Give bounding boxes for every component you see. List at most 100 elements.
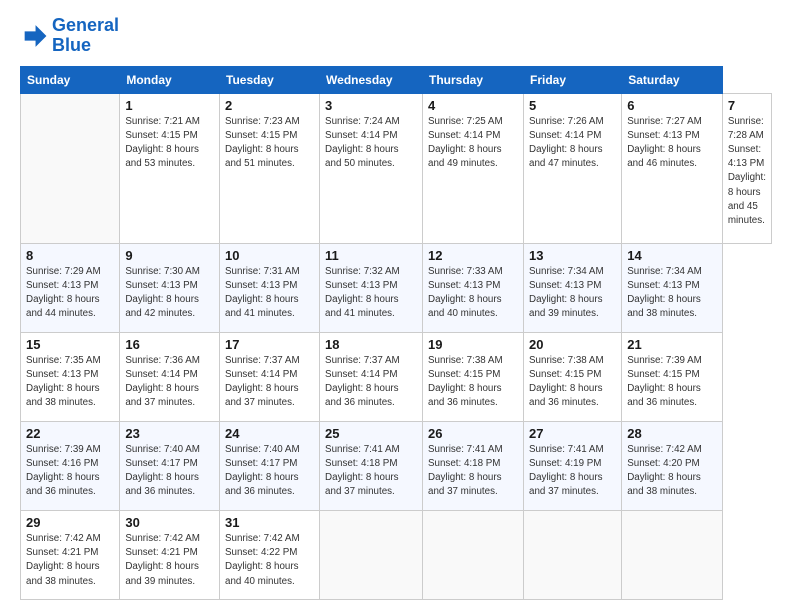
- day-info: Sunrise: 7:40 AMSunset: 4:17 PMDaylight:…: [225, 443, 314, 500]
- day-info: Sunrise: 7:26 AMSunset: 4:14 PMDaylight:…: [529, 115, 616, 172]
- calendar-cell: 12 Sunrise: 7:33 AMSunset: 4:13 PMDayligh…: [423, 243, 524, 332]
- calendar-cell: [524, 510, 622, 599]
- calendar-cell: 26 Sunrise: 7:41 AMSunset: 4:18 PMDayligh…: [423, 421, 524, 510]
- calendar-week-row: 8 Sunrise: 7:29 AMSunset: 4:13 PMDaylight…: [21, 243, 772, 332]
- day-info: Sunrise: 7:30 AMSunset: 4:13 PMDaylight:…: [125, 265, 214, 322]
- day-number: 19: [428, 337, 518, 352]
- day-number: 27: [529, 426, 616, 441]
- calendar-cell: 23Sunrise: 7:40 AMSunset: 4:17 PMDayligh…: [120, 421, 220, 510]
- day-info: Sunrise: 7:25 AMSunset: 4:14 PMDaylight:…: [428, 115, 518, 172]
- day-info: Sunrise: 7:41 AMSunset: 4:18 PMDaylight:…: [428, 443, 518, 500]
- calendar-week-row: 1 Sunrise: 7:21 AMSunset: 4:15 PMDaylight…: [21, 93, 772, 243]
- calendar-cell: 4 Sunrise: 7:25 AMSunset: 4:14 PMDaylight…: [423, 93, 524, 243]
- calendar-cell: 18 Sunrise: 7:37 AMSunset: 4:14 PMDayligh…: [320, 332, 423, 421]
- day-info: Sunrise: 7:42 AMSunset: 4:21 PMDaylight:…: [26, 532, 114, 589]
- calendar-cell: [622, 510, 723, 599]
- day-number: 30: [125, 515, 214, 530]
- day-info: Sunrise: 7:21 AMSunset: 4:15 PMDaylight:…: [125, 115, 214, 172]
- day-info: Sunrise: 7:28 AMSunset: 4:13 PMDaylight:…: [728, 115, 766, 229]
- day-number: 23: [125, 426, 214, 441]
- day-number: 29: [26, 515, 114, 530]
- day-number: 31: [225, 515, 314, 530]
- day-info: Sunrise: 7:35 AMSunset: 4:13 PMDaylight:…: [26, 354, 114, 411]
- calendar-cell: 6Sunrise: 7:27 AMSunset: 4:13 PMDaylight…: [622, 93, 723, 243]
- calendar-cell: 8 Sunrise: 7:29 AMSunset: 4:13 PMDaylight…: [21, 243, 120, 332]
- calendar-header-saturday: Saturday: [622, 66, 723, 93]
- day-number: 7: [728, 98, 766, 113]
- day-number: 8: [26, 248, 114, 263]
- day-info: Sunrise: 7:41 AMSunset: 4:18 PMDaylight:…: [325, 443, 417, 500]
- day-number: 28: [627, 426, 717, 441]
- calendar-cell: 29 Sunrise: 7:42 AMSunset: 4:21 PMDayligh…: [21, 510, 120, 599]
- calendar-cell: 3 Sunrise: 7:24 AMSunset: 4:14 PMDaylight…: [320, 93, 423, 243]
- day-number: 25: [325, 426, 417, 441]
- logo-text: General Blue: [52, 16, 119, 56]
- day-info: Sunrise: 7:42 AMSunset: 4:22 PMDaylight:…: [225, 532, 314, 589]
- calendar-cell: 15Sunrise: 7:35 AMSunset: 4:13 PMDayligh…: [21, 332, 120, 421]
- day-number: 2: [225, 98, 314, 113]
- day-info: Sunrise: 7:41 AMSunset: 4:19 PMDaylight:…: [529, 443, 616, 500]
- calendar-cell: 31 Sunrise: 7:42 AMSunset: 4:22 PMDayligh…: [220, 510, 320, 599]
- day-number: 14: [627, 248, 717, 263]
- calendar-cell: 22Sunrise: 7:39 AMSunset: 4:16 PMDayligh…: [21, 421, 120, 510]
- page: General Blue SundayMondayTuesdayWednesda…: [0, 0, 792, 612]
- calendar-cell: 19 Sunrise: 7:38 AMSunset: 4:15 PMDayligh…: [423, 332, 524, 421]
- calendar-cell: [423, 510, 524, 599]
- day-number: 3: [325, 98, 417, 113]
- day-info: Sunrise: 7:23 AMSunset: 4:15 PMDaylight:…: [225, 115, 314, 172]
- day-number: 9: [125, 248, 214, 263]
- day-info: Sunrise: 7:32 AMSunset: 4:13 PMDaylight:…: [325, 265, 417, 322]
- day-info: Sunrise: 7:31 AMSunset: 4:13 PMDaylight:…: [225, 265, 314, 322]
- day-info: Sunrise: 7:33 AMSunset: 4:13 PMDaylight:…: [428, 265, 518, 322]
- day-number: 22: [26, 426, 114, 441]
- day-info: Sunrise: 7:39 AMSunset: 4:15 PMDaylight:…: [627, 354, 717, 411]
- calendar-cell: 20Sunrise: 7:38 AMSunset: 4:15 PMDayligh…: [524, 332, 622, 421]
- day-info: Sunrise: 7:38 AMSunset: 4:15 PMDaylight:…: [428, 354, 518, 411]
- day-info: Sunrise: 7:42 AMSunset: 4:21 PMDaylight:…: [125, 532, 214, 589]
- calendar-week-row: 22Sunrise: 7:39 AMSunset: 4:16 PMDayligh…: [21, 421, 772, 510]
- day-number: 26: [428, 426, 518, 441]
- day-number: 18: [325, 337, 417, 352]
- day-number: 1: [125, 98, 214, 113]
- day-number: 12: [428, 248, 518, 263]
- calendar-header-sunday: Sunday: [21, 66, 120, 93]
- day-number: 5: [529, 98, 616, 113]
- calendar-cell: 28 Sunrise: 7:42 AMSunset: 4:20 PMDayligh…: [622, 421, 723, 510]
- day-number: 4: [428, 98, 518, 113]
- calendar-cell: [21, 93, 120, 243]
- calendar-cell: 10 Sunrise: 7:31 AMSunset: 4:13 PMDayligh…: [220, 243, 320, 332]
- calendar-cell: [320, 510, 423, 599]
- calendar-cell: 2 Sunrise: 7:23 AMSunset: 4:15 PMDaylight…: [220, 93, 320, 243]
- day-number: 6: [627, 98, 717, 113]
- day-info: Sunrise: 7:37 AMSunset: 4:14 PMDaylight:…: [225, 354, 314, 411]
- calendar-cell: 21 Sunrise: 7:39 AMSunset: 4:15 PMDayligh…: [622, 332, 723, 421]
- calendar-cell: 25 Sunrise: 7:41 AMSunset: 4:18 PMDayligh…: [320, 421, 423, 510]
- day-info: Sunrise: 7:36 AMSunset: 4:14 PMDaylight:…: [125, 354, 214, 411]
- day-info: Sunrise: 7:34 AMSunset: 4:13 PMDaylight:…: [529, 265, 616, 322]
- day-info: Sunrise: 7:24 AMSunset: 4:14 PMDaylight:…: [325, 115, 417, 172]
- calendar-cell: 13 Sunrise: 7:34 AMSunset: 4:13 PMDayligh…: [524, 243, 622, 332]
- calendar-cell: 30 Sunrise: 7:42 AMSunset: 4:21 PMDayligh…: [120, 510, 220, 599]
- day-info: Sunrise: 7:42 AMSunset: 4:20 PMDaylight:…: [627, 443, 717, 500]
- calendar-header-tuesday: Tuesday: [220, 66, 320, 93]
- day-number: 16: [125, 337, 214, 352]
- calendar-table: SundayMondayTuesdayWednesdayThursdayFrid…: [20, 66, 772, 600]
- calendar-cell: 17 Sunrise: 7:37 AMSunset: 4:14 PMDayligh…: [220, 332, 320, 421]
- calendar-cell: 7 Sunrise: 7:28 AMSunset: 4:13 PMDaylight…: [722, 93, 771, 243]
- calendar-cell: 9 Sunrise: 7:30 AMSunset: 4:13 PMDaylight…: [120, 243, 220, 332]
- day-info: Sunrise: 7:29 AMSunset: 4:13 PMDaylight:…: [26, 265, 114, 322]
- calendar-cell: 1 Sunrise: 7:21 AMSunset: 4:15 PMDaylight…: [120, 93, 220, 243]
- calendar-header-row: SundayMondayTuesdayWednesdayThursdayFrid…: [21, 66, 772, 93]
- logo: General Blue: [20, 16, 119, 56]
- day-number: 21: [627, 337, 717, 352]
- day-number: 24: [225, 426, 314, 441]
- calendar-header-monday: Monday: [120, 66, 220, 93]
- day-number: 10: [225, 248, 314, 263]
- calendar-cell: 24 Sunrise: 7:40 AMSunset: 4:17 PMDayligh…: [220, 421, 320, 510]
- day-info: Sunrise: 7:37 AMSunset: 4:14 PMDaylight:…: [325, 354, 417, 411]
- day-number: 17: [225, 337, 314, 352]
- day-info: Sunrise: 7:34 AMSunset: 4:13 PMDaylight:…: [627, 265, 717, 322]
- calendar-week-row: 15Sunrise: 7:35 AMSunset: 4:13 PMDayligh…: [21, 332, 772, 421]
- day-number: 13: [529, 248, 616, 263]
- day-info: Sunrise: 7:38 AMSunset: 4:15 PMDaylight:…: [529, 354, 616, 411]
